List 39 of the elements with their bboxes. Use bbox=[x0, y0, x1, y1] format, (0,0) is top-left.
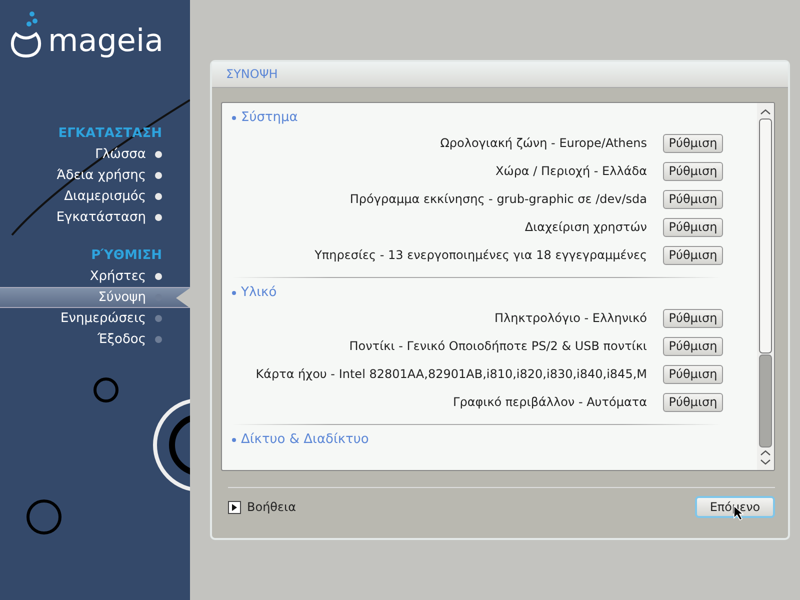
bullet-icon bbox=[232, 291, 236, 295]
logo-text: mageia bbox=[48, 24, 164, 58]
configure-button[interactable]: Ρύθμιση bbox=[663, 134, 723, 152]
help-toggle[interactable]: Βοήθεια bbox=[228, 500, 296, 514]
summary-text: Κάρτα ήχου - Intel 82801AA,82901AB,i810,i820,i830,i840,i845,M bbox=[256, 367, 647, 381]
bullet-icon bbox=[232, 438, 236, 442]
step-group-title: ΡΎΘΜΙΣΗ bbox=[90, 247, 163, 265]
configure-button[interactable]: Ρύθμιση bbox=[663, 162, 723, 180]
next-button[interactable]: Επόμενο bbox=[695, 496, 775, 518]
panel-title: ΣΥΝΟΨΗ bbox=[212, 62, 788, 88]
step-label: Διαμερισμός bbox=[64, 189, 146, 204]
section-title: Υλικό bbox=[241, 284, 277, 302]
step-label: Έξοδος bbox=[98, 332, 146, 347]
summary-text: Ωρολογιακή ζώνη - Europe/Athens bbox=[440, 136, 647, 150]
step-label: Εγκατάσταση bbox=[56, 210, 146, 225]
configure-button[interactable]: Ρύθμιση bbox=[663, 190, 723, 208]
configure-button[interactable]: Ρύθμιση bbox=[663, 218, 723, 236]
configure-button[interactable]: Ρύθμιση bbox=[663, 246, 723, 264]
pointer-icon bbox=[176, 288, 190, 308]
configure-button[interactable]: Ρύθμιση bbox=[663, 336, 723, 356]
configure-button[interactable]: Ρύθμιση bbox=[663, 392, 723, 412]
step-label: Ενημερώσεις bbox=[60, 311, 146, 326]
summary-text: Διαχείριση χρηστών bbox=[524, 220, 647, 234]
step-label: Χρήστες bbox=[90, 269, 146, 284]
section-title: Σύστημα bbox=[241, 109, 298, 127]
summary-text: Γραφικό περιβάλλον - Αυτόματα bbox=[453, 395, 647, 409]
summary-text: Ποντίκι - Γενικό Οποιοδήποτε PS/2 & USB ποντίκι bbox=[349, 339, 647, 353]
step-label: Σύνοψη bbox=[98, 290, 146, 305]
summary-text: Υπηρεσίες - 13 ενεργοποιημένες για 18 εγγεγραμμένες bbox=[314, 248, 647, 262]
configure-button[interactable]: Ρύθμιση bbox=[663, 308, 723, 328]
summary-text: Χώρα / Περιοχή - Ελλάδα bbox=[496, 164, 647, 178]
bullet-icon bbox=[232, 116, 236, 120]
step-label: Άδεια χρήσης bbox=[56, 168, 146, 183]
section-title: Δίκτυο & Διαδίκτυο bbox=[241, 431, 369, 449]
configure-button[interactable]: Ρύθμιση bbox=[663, 364, 723, 384]
summary-text: Πρόγραμμα εκκίνησης - grub-graphic σε /dev/sda bbox=[350, 192, 647, 206]
summary-text: Πληκτρολόγιο - Ελληνικό bbox=[494, 311, 647, 325]
step-label: Γλώσσα bbox=[95, 147, 146, 162]
scrollbar[interactable] bbox=[757, 103, 774, 470]
